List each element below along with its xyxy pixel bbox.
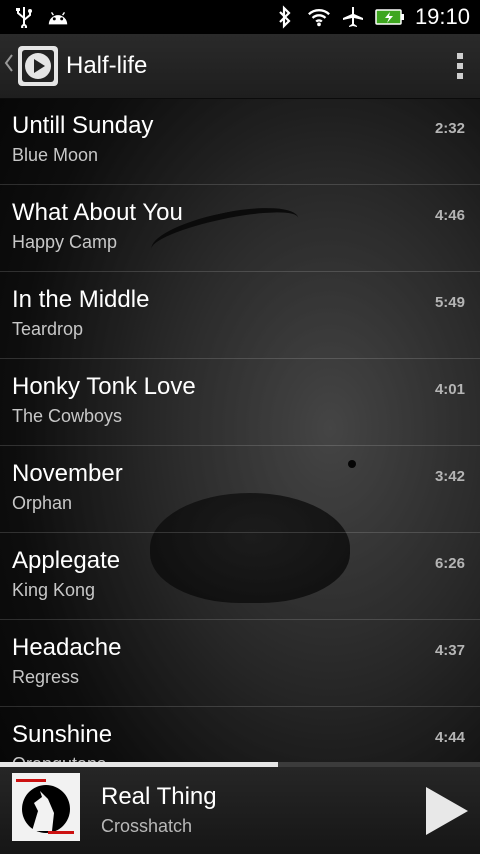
- action-bar: Half-life: [0, 34, 480, 99]
- track-title: Headache: [12, 634, 122, 661]
- track-duration: 4:44: [434, 729, 465, 746]
- track-artist: King Kong: [12, 580, 96, 600]
- track-row[interactable]: Headache Regress 4:37: [0, 620, 480, 707]
- back-caret-icon[interactable]: [4, 52, 16, 80]
- track-row[interactable]: What About You Happy Camp 4:46: [0, 185, 480, 272]
- track-artist: Teardrop: [12, 319, 84, 339]
- track-artist: Happy Camp: [12, 232, 118, 252]
- page-title: Half-life: [66, 52, 148, 79]
- status-bar: 19:10: [0, 0, 480, 34]
- track-list: Untill Sunday Blue Moon 2:32 What About …: [0, 98, 480, 762]
- track-title: Honky Tonk Love: [12, 373, 196, 400]
- track-duration: 5:49: [434, 294, 465, 311]
- track-duration: 4:37: [434, 642, 465, 659]
- track-duration: 4:46: [434, 207, 465, 224]
- clock: 19:10: [414, 4, 470, 29]
- album-art[interactable]: [12, 773, 80, 841]
- android-icon: [46, 5, 70, 29]
- track-title: Untill Sunday: [12, 112, 154, 139]
- play-app-icon[interactable]: [18, 46, 58, 86]
- track-artist: Orangutans: [12, 754, 106, 762]
- track-row[interactable]: Honky Tonk Love The Cowboys 4:01: [0, 359, 480, 446]
- track-row[interactable]: Applegate King Kong 6:26: [0, 533, 480, 620]
- track-duration: 3:42: [434, 468, 465, 485]
- airplane-icon: [341, 5, 365, 29]
- track-row[interactable]: Untill Sunday Blue Moon 2:32: [0, 98, 480, 185]
- track-artist: Blue Moon: [12, 145, 99, 165]
- track-duration: 2:32: [434, 120, 465, 137]
- track-duration: 4:01: [434, 381, 465, 398]
- now-playing-artist: Crosshatch: [101, 816, 193, 836]
- track-artist: Orphan: [12, 493, 73, 513]
- usb-icon: [12, 5, 36, 29]
- track-title: Sunshine: [12, 721, 113, 748]
- track-title: Applegate: [12, 547, 121, 574]
- wifi-icon: [307, 5, 331, 29]
- track-artist: The Cowboys: [12, 406, 123, 426]
- now-playing-title: Real Thing: [101, 783, 217, 810]
- bluetooth-icon: [273, 5, 297, 29]
- overflow-menu-icon[interactable]: [440, 34, 480, 98]
- track-row[interactable]: Sunshine Orangutans 4:44: [0, 707, 480, 762]
- track-title: November: [12, 460, 123, 487]
- track-artist: Regress: [12, 667, 80, 687]
- now-playing-bar[interactable]: Real Thing Crosshatch: [0, 767, 480, 854]
- track-title: In the Middle: [12, 286, 150, 313]
- track-duration: 6:26: [434, 555, 465, 572]
- track-row[interactable]: November Orphan 3:42: [0, 446, 480, 533]
- track-title: What About You: [12, 199, 183, 226]
- play-icon[interactable]: [422, 785, 470, 837]
- battery-charging-icon: [375, 5, 405, 29]
- track-row[interactable]: In the Middle Teardrop 5:49: [0, 272, 480, 359]
